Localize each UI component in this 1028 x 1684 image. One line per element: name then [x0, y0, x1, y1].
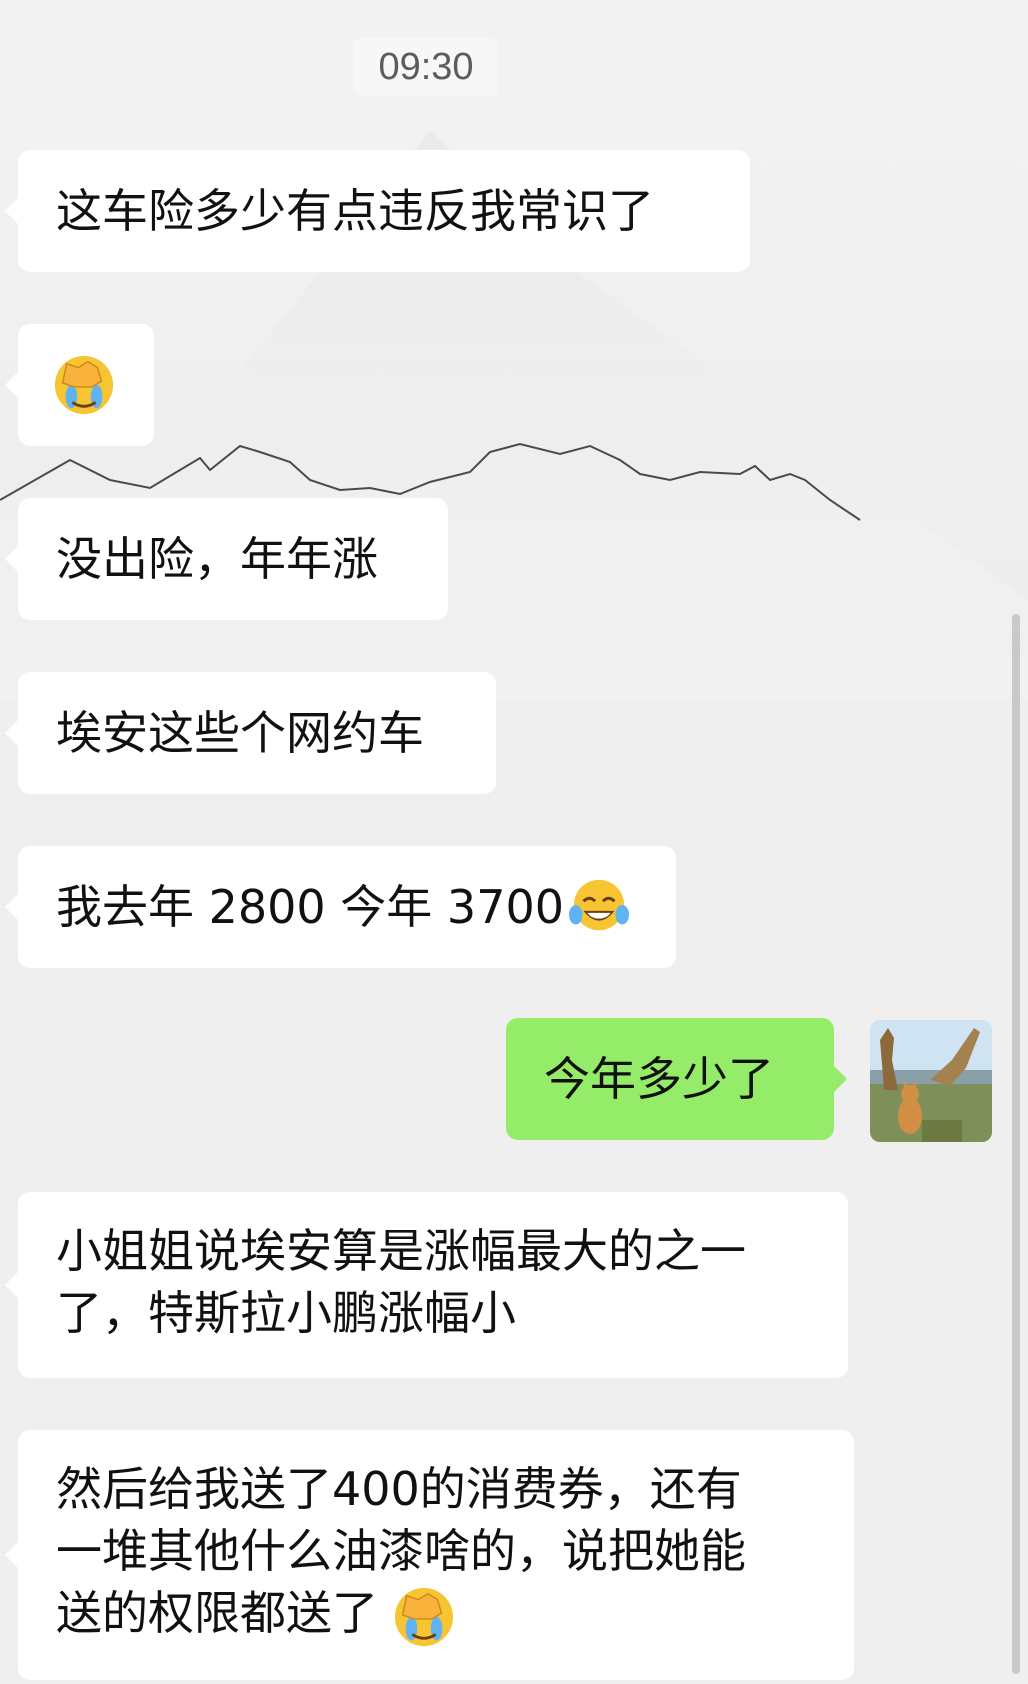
message-bubble-incoming[interactable]: 没出险，年年涨 — [5, 498, 448, 620]
timestamp-label: 09:30 — [354, 38, 498, 96]
message-text: 我去年 2800 今年 3700 — [56, 880, 564, 934]
scrollbar[interactable] — [1012, 614, 1020, 1674]
message-text: 没出险，年年涨 — [56, 532, 378, 586]
message-text: 埃安这些个网约车 — [56, 706, 424, 760]
face-palm-emoji-icon — [54, 355, 114, 415]
message-bubble-incoming[interactable]: 这车险多少有点违反我常识了 — [5, 150, 750, 272]
tears-of-joy-emoji-icon — [568, 879, 630, 931]
face-palm-emoji-icon — [394, 1587, 453, 1646]
message-text: 送的权限都送了 — [56, 1586, 378, 1640]
message-bubble-incoming[interactable]: 小姐姐说埃安算是涨幅最大的之一 了，特斯拉小鹏涨幅小 — [5, 1192, 848, 1378]
message-text-line: 送的权限都送了 — [56, 1582, 455, 1648]
message-text: 这车险多少有点违反我常识了 — [56, 184, 654, 238]
message-bubble-incoming[interactable] — [5, 324, 154, 446]
avatar[interactable] — [870, 1020, 992, 1142]
message-text: 今年多少了 — [544, 1052, 774, 1106]
message-text-line: 了，特斯拉小鹏涨幅小 — [56, 1286, 516, 1340]
message-bubble-incoming[interactable]: 我去年 2800 今年 3700 — [5, 846, 676, 968]
message-text-line: 小姐姐说埃安算是涨幅最大的之一 — [56, 1224, 746, 1278]
message-bubble-incoming[interactable]: 然后给我送了400的消费券，还有 一堆其他什么油漆啥的，说把她能 送的权限都送了 — [5, 1430, 854, 1680]
message-bubble-outgoing[interactable]: 今年多少了 — [506, 1018, 847, 1140]
message-text-line: 然后给我送了400的消费券，还有 — [56, 1462, 742, 1516]
message-text-line: 一堆其他什么油漆啥的，说把她能 — [56, 1524, 746, 1578]
avatar-image — [870, 1020, 992, 1142]
message-bubble-incoming[interactable]: 埃安这些个网约车 — [5, 672, 496, 794]
